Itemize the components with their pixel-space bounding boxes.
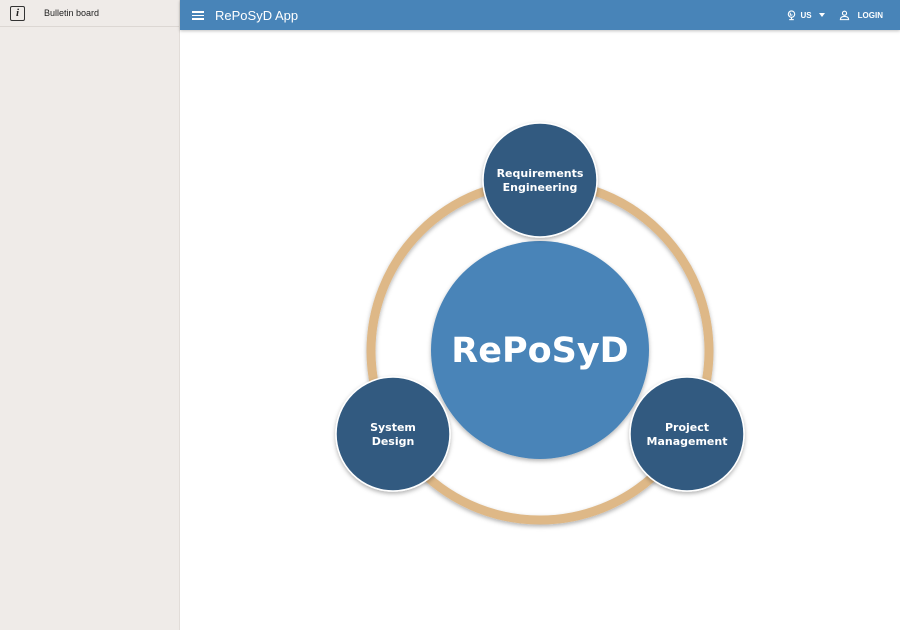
reposyd-diagram: RePoSyD Requirements Engineering System … — [335, 122, 745, 525]
node-requirements-engineering[interactable]: Requirements Engineering — [482, 122, 598, 238]
node-system-design[interactable]: System Design — [335, 376, 451, 492]
node-label: Design — [372, 435, 415, 448]
center-label: RePoSyD — [451, 331, 628, 371]
node-label: Management — [647, 435, 728, 448]
node-label: Engineering — [503, 181, 578, 194]
node-label: Project — [665, 421, 709, 434]
node-label: Requirements — [497, 167, 584, 180]
node-project-management[interactable]: Project Management — [629, 376, 745, 492]
node-label: System — [370, 421, 416, 434]
